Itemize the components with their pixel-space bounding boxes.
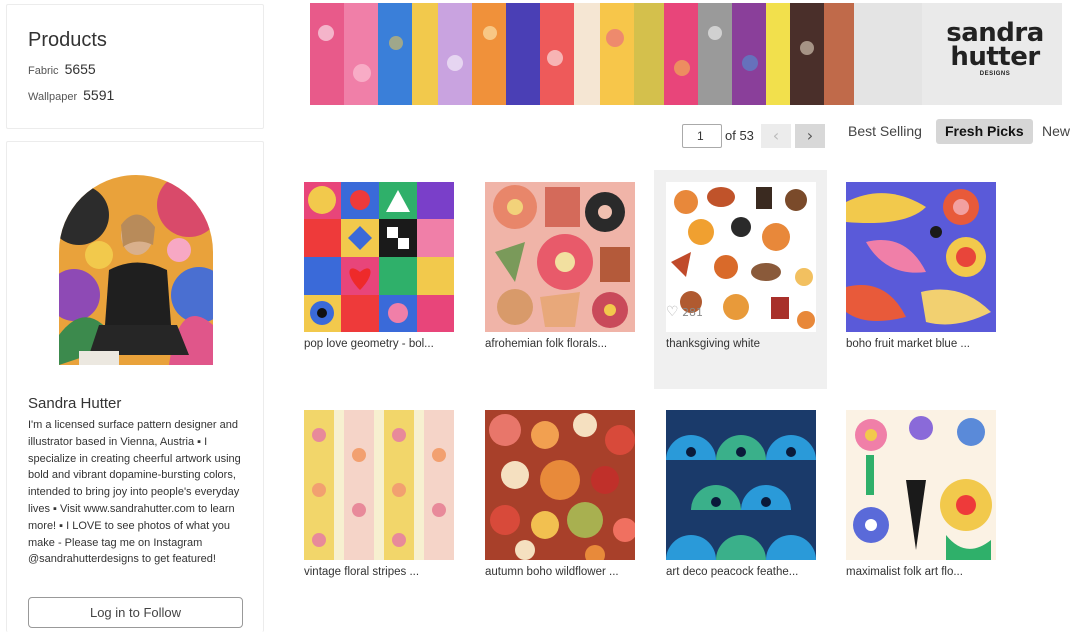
sandra-hutter-logo: sandra hutter DESIGNS: [932, 20, 1058, 77]
product-thumbnail[interactable]: [304, 182, 454, 332]
sort-fresh-picks[interactable]: Fresh Picks: [936, 119, 1033, 144]
product-name[interactable]: autumn boho wildflower ...: [485, 566, 645, 578]
fabric-rolls-image: [310, 3, 922, 105]
product-name[interactable]: maximalist folk art flo...: [846, 566, 1006, 578]
designer-photo: [59, 175, 213, 365]
fabric-label[interactable]: Fabric: [28, 65, 59, 77]
product-thumbnail[interactable]: [846, 182, 996, 332]
wallpaper-label[interactable]: Wallpaper: [28, 91, 77, 103]
favorite-count[interactable]: ♡ 281: [666, 304, 703, 320]
logo-line-2: hutter: [950, 42, 1040, 72]
wallpaper-count: 5591: [83, 87, 115, 103]
sort-best-selling[interactable]: Best Selling: [839, 119, 931, 144]
designer-profile-card: Sandra Hutter I'm a licensed surface pat…: [6, 141, 264, 632]
prev-page-button[interactable]: ‹: [761, 124, 791, 148]
product-card[interactable]: maximalist folk art flo...: [846, 410, 1026, 585]
product-name[interactable]: boho fruit market blue ...: [846, 338, 1006, 350]
wallpaper-count-row[interactable]: Wallpaper 5591: [28, 87, 263, 103]
favorite-number: 281: [682, 306, 704, 319]
designer-banner: sandra hutter DESIGNS: [310, 3, 1062, 105]
product-card[interactable]: afrohemian folk florals...: [485, 182, 665, 357]
designer-name: Sandra Hutter: [28, 395, 122, 412]
product-name[interactable]: thanksgiving white: [666, 338, 826, 350]
product-thumbnail[interactable]: [485, 410, 635, 560]
next-page-button[interactable]: ›: [795, 124, 825, 148]
product-name[interactable]: art deco peacock feathe...: [666, 566, 826, 578]
page-total: of 53: [725, 128, 754, 143]
product-thumbnail[interactable]: [304, 410, 454, 560]
designer-bio: I'm a licensed surface pattern designer …: [28, 419, 241, 566]
product-name[interactable]: afrohemian folk florals...: [485, 338, 645, 350]
fabric-count: 5655: [64, 61, 96, 77]
fabric-count-row[interactable]: Fabric 5655: [28, 61, 263, 77]
heart-icon[interactable]: ♡: [666, 304, 679, 320]
product-card[interactable]: autumn boho wildflower ...: [485, 410, 665, 585]
product-card[interactable]: vintage floral stripes ...: [304, 410, 484, 585]
products-card: Products Fabric 5655 Wallpaper 5591: [6, 4, 264, 129]
page-number-input[interactable]: [682, 124, 722, 148]
product-thumbnail[interactable]: [666, 410, 816, 560]
follow-button[interactable]: Log in to Follow: [28, 597, 243, 628]
product-card[interactable]: boho fruit market blue ...: [846, 182, 1026, 357]
product-name[interactable]: vintage floral stripes ...: [304, 566, 464, 578]
product-name[interactable]: pop love geometry - bol...: [304, 338, 464, 350]
products-title: Products: [28, 29, 107, 51]
product-card[interactable]: art deco peacock feathe...: [666, 410, 846, 585]
product-card[interactable]: ♡ 281 thanksgiving white: [654, 170, 827, 389]
product-thumbnail[interactable]: [846, 410, 996, 560]
product-card[interactable]: pop love geometry - bol...: [304, 182, 484, 357]
product-thumbnail[interactable]: [485, 182, 635, 332]
sort-new[interactable]: New: [1033, 119, 1079, 144]
